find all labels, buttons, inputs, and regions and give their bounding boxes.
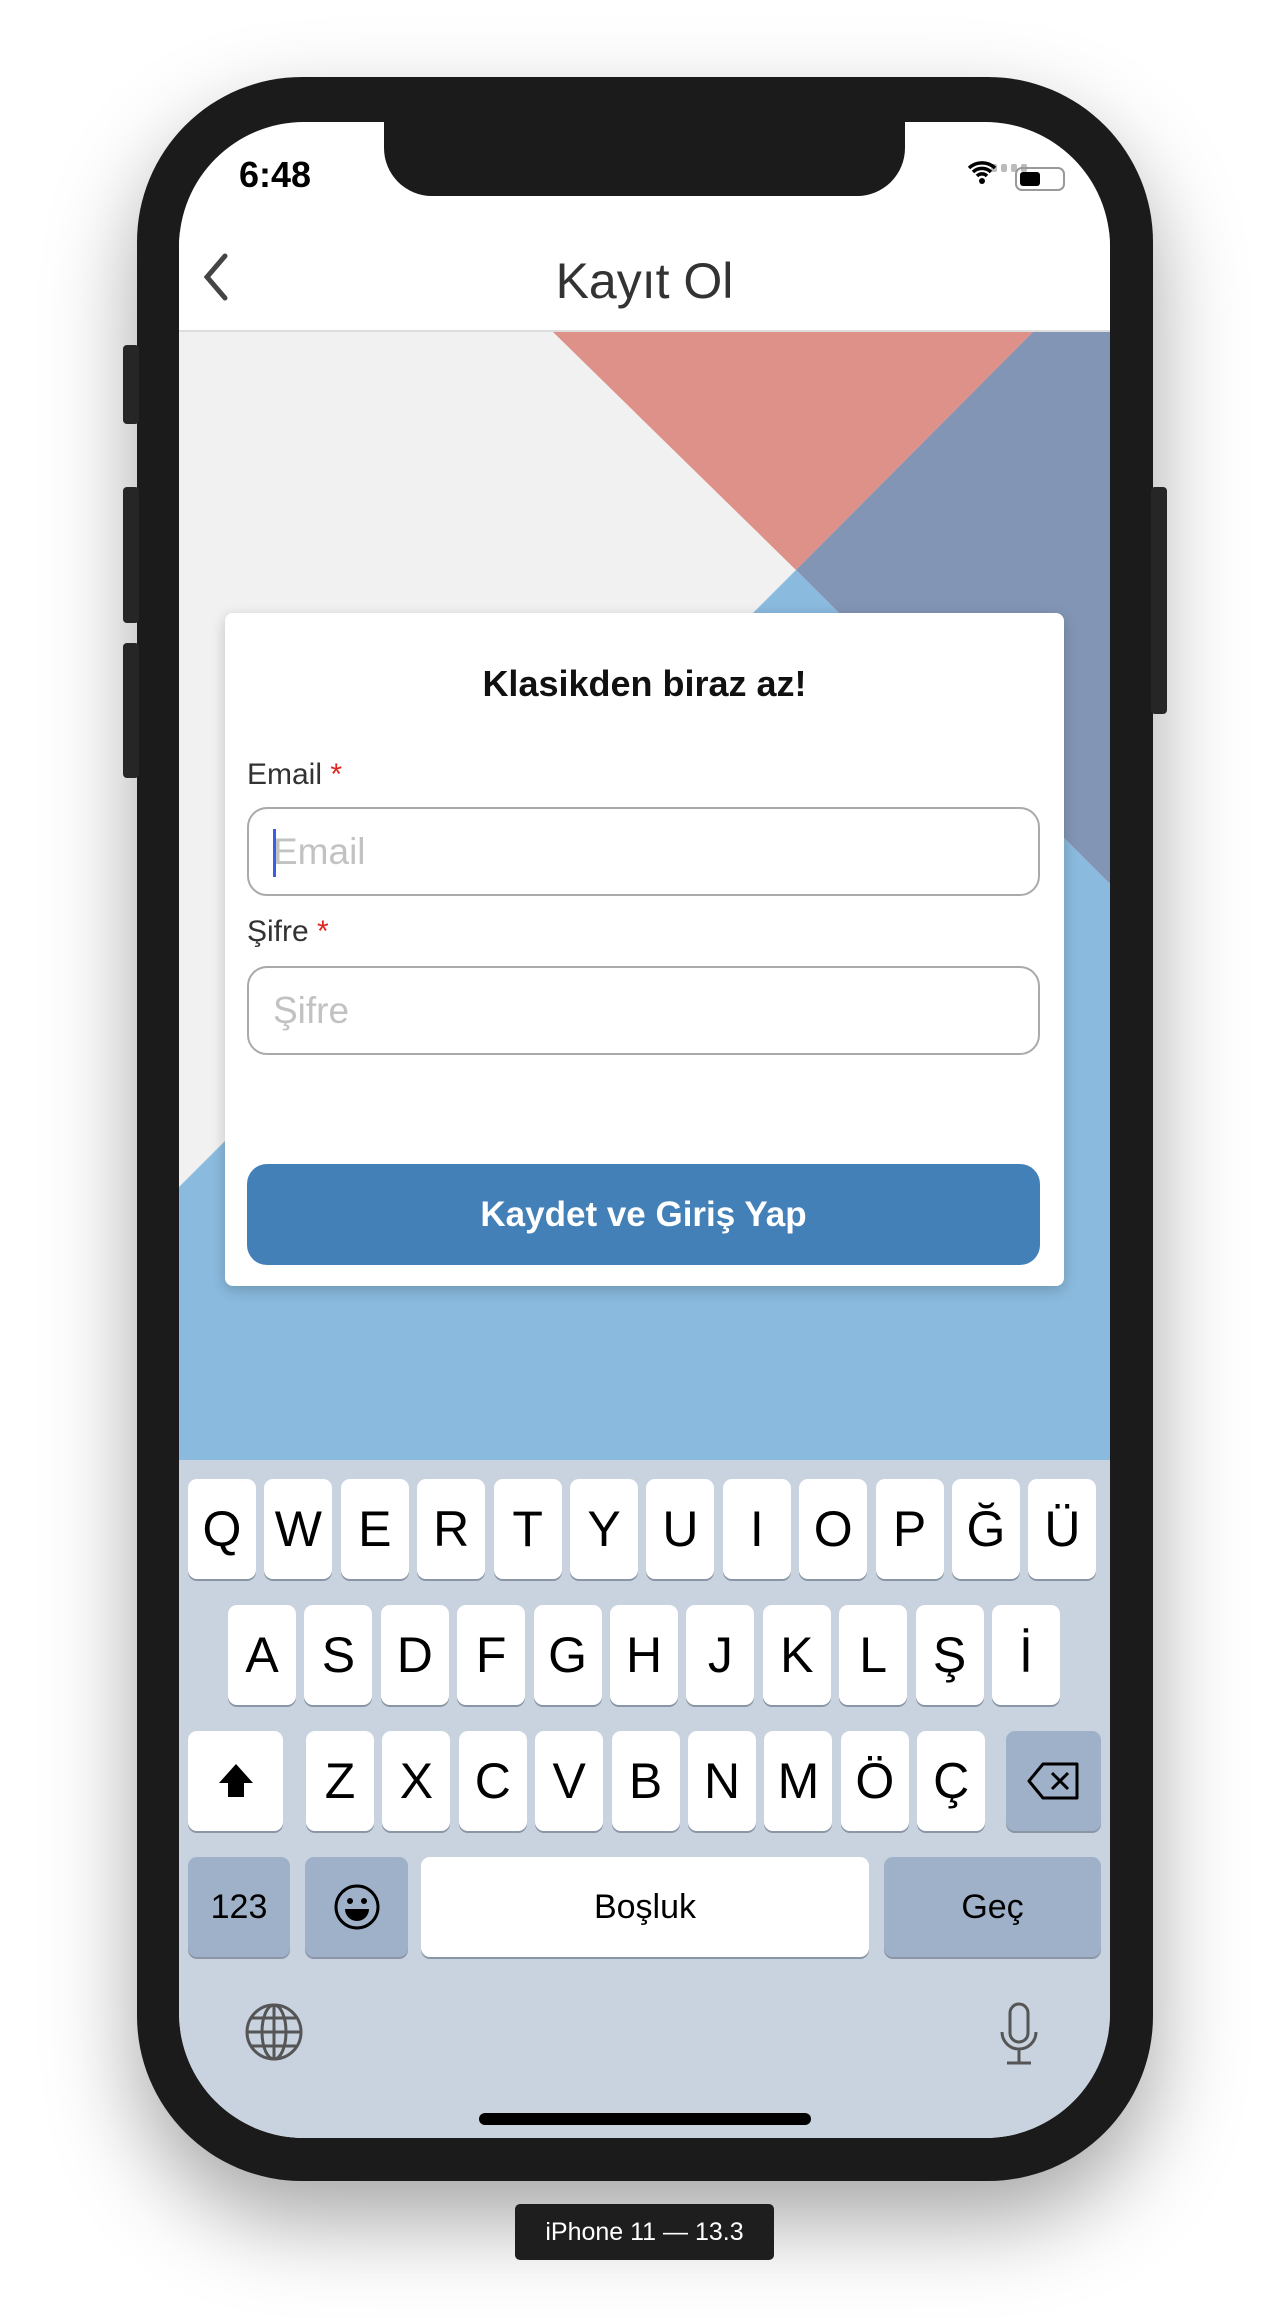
key-r[interactable]: R <box>417 1479 486 1579</box>
key-t[interactable]: T <box>493 1479 562 1579</box>
key-h[interactable]: H <box>610 1605 678 1705</box>
text-cursor <box>273 829 276 877</box>
volume-down-button <box>123 643 139 778</box>
key-e[interactable]: E <box>340 1479 409 1579</box>
card-title: Klasikden biraz az! <box>482 663 807 704</box>
power-button <box>1151 487 1167 714</box>
key-d[interactable]: D <box>380 1605 449 1705</box>
required-mark: * <box>317 915 329 948</box>
password-placeholder: Şifre <box>273 990 350 1031</box>
key-ö[interactable]: Ö <box>840 1731 909 1831</box>
key-q[interactable]: Q <box>188 1479 256 1579</box>
required-mark: * <box>330 758 343 791</box>
key-ğ[interactable]: Ğ <box>952 1479 1020 1579</box>
silent-switch <box>123 345 139 424</box>
key-v[interactable]: V <box>535 1731 604 1831</box>
numbers-key[interactable]: 123 <box>188 1857 290 1957</box>
return-key[interactable]: Geç <box>884 1857 1101 1957</box>
key-f[interactable]: F <box>457 1605 526 1705</box>
key-k[interactable]: K <box>762 1605 831 1705</box>
key-ş[interactable]: Ş <box>915 1605 984 1705</box>
password-label-text: Şifre <box>247 915 309 948</box>
shift-icon <box>218 1764 253 1797</box>
email-placeholder: Email <box>273 831 366 872</box>
key-ç[interactable]: Ç <box>917 1731 986 1831</box>
key-a[interactable]: A <box>228 1605 296 1705</box>
key-b[interactable]: B <box>611 1731 680 1831</box>
key-g[interactable]: G <box>533 1605 602 1705</box>
page-title: Kayıt Ol <box>555 253 734 309</box>
device-label: iPhone 11 — 13.3 <box>515 2204 774 2260</box>
email-input[interactable]: Email <box>247 807 1040 896</box>
key-x[interactable]: X <box>382 1731 451 1831</box>
key-j[interactable]: J <box>686 1605 755 1705</box>
space-key[interactable]: Boşluk <box>421 1857 869 1957</box>
shift-key[interactable] <box>188 1731 283 1831</box>
notch <box>384 122 905 196</box>
microphone-icon[interactable] <box>999 2002 1039 2066</box>
key-i̇[interactable]: İ <box>992 1605 1060 1705</box>
register-login-button[interactable]: Kaydet ve Giriş Yap <box>247 1164 1040 1265</box>
nav-bar: Kayıt Ol <box>179 232 1110 332</box>
password-label: Şifre * <box>247 915 329 949</box>
password-input[interactable]: Şifre <box>247 966 1040 1055</box>
key-o[interactable]: O <box>799 1479 868 1579</box>
wifi-icon <box>967 161 997 184</box>
volume-up-button <box>123 487 139 623</box>
key-l[interactable]: L <box>839 1605 908 1705</box>
globe-icon[interactable] <box>244 2002 304 2062</box>
content-area: Klasikden biraz az! Email * Email Şifre … <box>179 332 1110 1460</box>
emoji-icon <box>334 1884 379 1930</box>
key-n[interactable]: N <box>688 1731 756 1831</box>
key-m[interactable]: M <box>764 1731 833 1831</box>
email-label: Email * <box>247 758 342 792</box>
home-indicator[interactable] <box>479 2113 811 2125</box>
battery-icon <box>1015 167 1065 191</box>
key-z[interactable]: Z <box>306 1731 374 1831</box>
key-p[interactable]: P <box>875 1479 944 1579</box>
key-i[interactable]: I <box>722 1479 791 1579</box>
delete-key[interactable] <box>1006 1731 1101 1831</box>
key-y[interactable]: Y <box>570 1479 638 1579</box>
key-u[interactable]: U <box>646 1479 715 1579</box>
signup-card: Klasikden biraz az! Email * Email Şifre … <box>225 613 1064 1286</box>
key-s[interactable]: S <box>304 1605 373 1705</box>
emoji-key[interactable] <box>305 1857 408 1957</box>
backspace-icon <box>1027 1762 1078 1800</box>
screen: 6:48 Kayıt Ol Klasikden biraz az! Email … <box>179 122 1110 2138</box>
key-c[interactable]: C <box>458 1731 527 1831</box>
key-w[interactable]: W <box>264 1479 333 1579</box>
status-time: 6:48 <box>239 154 312 195</box>
keyboard: Q W E R T Y U I O P Ğ Ü A S D F G H J K L Ş İ Z X C V B N M Ö Ç 123 Boşlu… <box>179 1460 1110 2138</box>
key-ü[interactable]: Ü <box>1028 1479 1097 1579</box>
email-label-text: Email <box>247 758 323 791</box>
